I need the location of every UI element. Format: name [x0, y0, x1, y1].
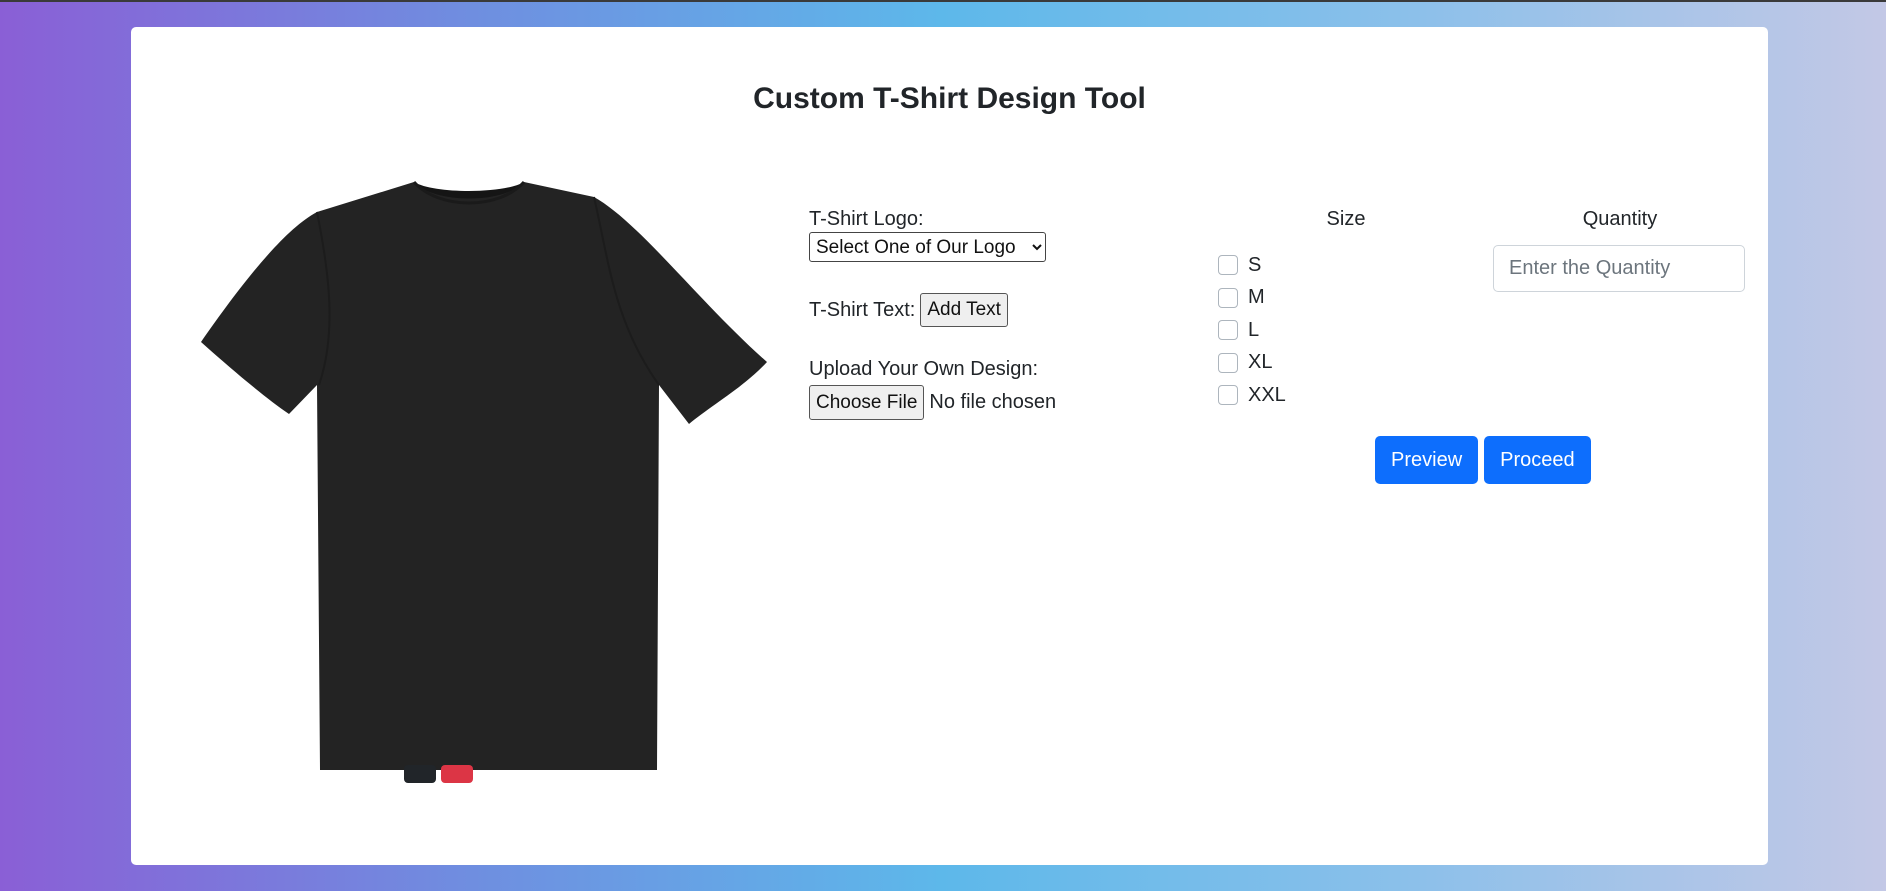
- preview-button[interactable]: Preview: [1375, 436, 1479, 484]
- upload-label: Upload Your Own Design:: [809, 358, 1039, 380]
- window-top-border: [0, 0, 1886, 2]
- t-shirt-image: [201, 180, 767, 770]
- size-heading: Size: [1326, 208, 1366, 230]
- size-option-xxl[interactable]: XXL: [1216, 379, 1476, 412]
- size-option-xl[interactable]: XL: [1216, 347, 1476, 380]
- logo-label: T-Shirt Logo:: [809, 208, 924, 230]
- design-options: T-Shirt Logo: Select One of Our Logo T-S…: [809, 207, 1189, 420]
- proceed-button[interactable]: Proceed: [1484, 436, 1591, 484]
- text-label: T-Shirt Text:: [809, 299, 916, 321]
- size-checkbox-xl[interactable]: [1218, 352, 1238, 373]
- size-checkbox-xxl[interactable]: [1218, 385, 1238, 406]
- file-status: No file chosen: [929, 391, 1057, 413]
- size-label-xxl: XXL: [1248, 383, 1286, 406]
- size-label-xl: XL: [1248, 351, 1273, 374]
- shirt-body: [201, 182, 767, 770]
- size-option-m[interactable]: M: [1216, 282, 1476, 315]
- design-tool-card: Custom T-Shirt Design Tool T-Shirt Logo:…: [131, 27, 1768, 865]
- size-checkbox-m[interactable]: [1218, 287, 1238, 308]
- quantity-input[interactable]: [1493, 245, 1745, 292]
- size-section: Size S M L XL XXL: [1216, 207, 1476, 412]
- size-checkbox-l[interactable]: [1218, 320, 1238, 341]
- size-option-s[interactable]: S: [1216, 249, 1476, 282]
- size-checkbox-s[interactable]: [1218, 255, 1238, 276]
- upload-block: Upload Your Own Design: Choose File No f…: [809, 357, 1189, 420]
- page-title: Custom T-Shirt Design Tool: [753, 82, 1146, 115]
- swatch-red[interactable]: [441, 765, 474, 783]
- size-label-m: M: [1248, 286, 1265, 309]
- size-label-s: S: [1248, 253, 1262, 276]
- quantity-section: Quantity: [1493, 207, 1747, 292]
- quantity-heading: Quantity: [1582, 208, 1658, 230]
- choose-file-button[interactable]: Choose File: [809, 385, 925, 420]
- logo-select[interactable]: Select One of Our Logo: [809, 232, 1046, 262]
- color-swatches: [404, 765, 474, 783]
- action-buttons: Preview Proceed: [1375, 436, 1591, 484]
- swatch-dark[interactable]: [404, 765, 436, 783]
- file-input[interactable]: Choose File No file chosen: [809, 385, 1189, 420]
- add-text-button[interactable]: Add Text: [920, 293, 1008, 327]
- shirt-preview: [169, 152, 769, 772]
- size-option-l[interactable]: L: [1216, 314, 1476, 347]
- size-label-l: L: [1248, 318, 1260, 341]
- text-row: T-Shirt Text: Add Text: [809, 293, 1189, 327]
- size-list: S M L XL XXL: [1216, 249, 1476, 412]
